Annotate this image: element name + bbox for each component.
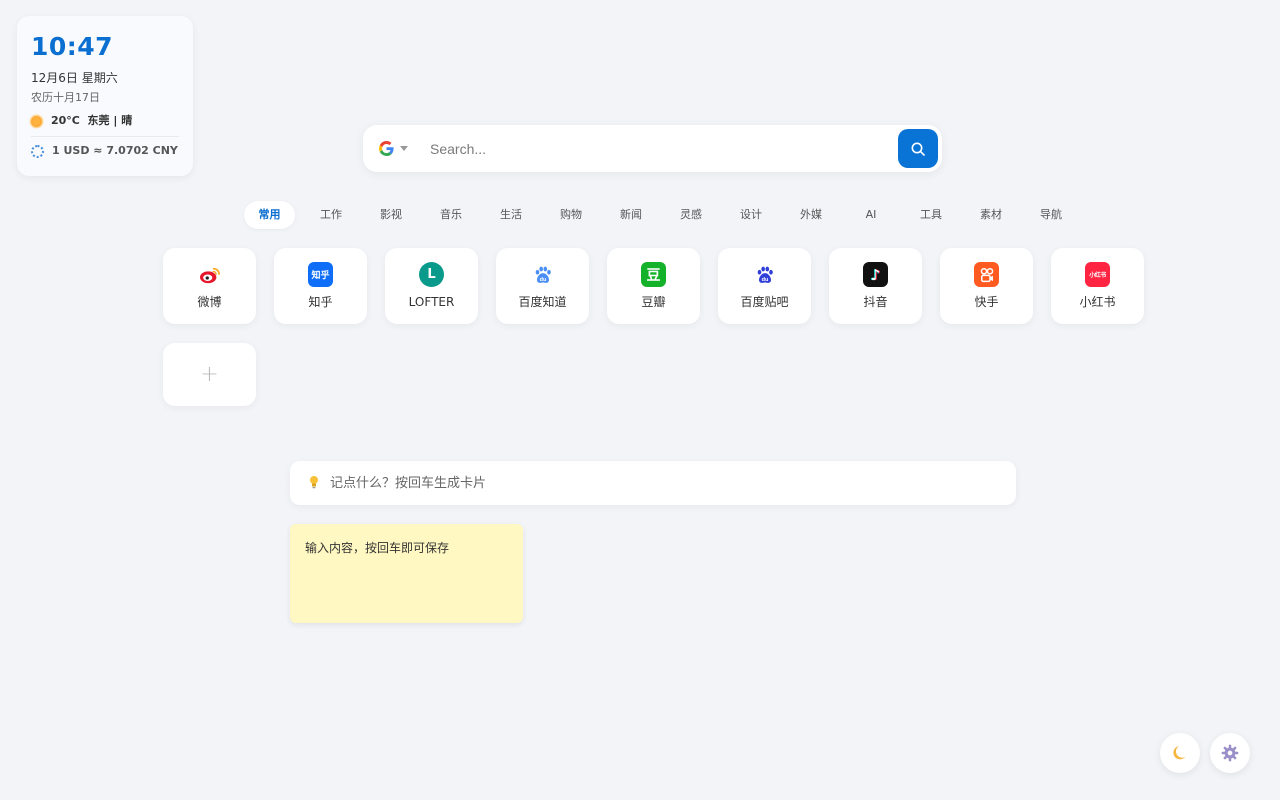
google-icon — [379, 141, 394, 156]
tab-changyong[interactable]: 常用 — [244, 201, 295, 229]
note-input-bar — [290, 461, 1016, 505]
shortcut-lofter[interactable]: L LOFTER — [385, 248, 478, 324]
note-input[interactable] — [328, 474, 1016, 492]
xiaohongshu-icon: 小红书 — [1085, 262, 1110, 287]
tab-waimei[interactable]: 外媒 — [781, 201, 841, 229]
tab-gongzuo[interactable]: 工作 — [301, 201, 361, 229]
shortcut-label: 微博 — [197, 295, 222, 309]
widget-divider — [31, 136, 179, 137]
search-button[interactable] — [898, 129, 938, 168]
shortcut-douban[interactable]: 豆 豆瓣 — [607, 248, 700, 324]
shortcut-label: LOFTER — [408, 295, 455, 309]
tab-sheji[interactable]: 设计 — [721, 201, 781, 229]
gear-icon — [1221, 744, 1239, 762]
theme-toggle-button[interactable] — [1160, 733, 1200, 773]
search-bar — [363, 125, 942, 172]
sun-icon — [31, 115, 42, 127]
weather-text: 20°C 东莞 | 晴 — [51, 114, 133, 127]
search-icon — [911, 142, 925, 156]
shortcut-kuaishou[interactable]: 快手 — [940, 248, 1033, 324]
shortcut-label: 百度知道 — [518, 295, 567, 309]
svg-text:du: du — [761, 276, 768, 282]
clock-time: 10:47 — [31, 32, 114, 61]
shortcut-label: 抖音 — [863, 295, 888, 309]
baidu-zhidao-icon: du — [530, 262, 555, 287]
settings-button[interactable] — [1210, 733, 1250, 773]
exchange-icon — [31, 144, 44, 158]
shortcut-label: 百度贴吧 — [740, 295, 789, 309]
shortcut-label: 豆瓣 — [641, 295, 666, 309]
lofter-icon: L — [419, 262, 444, 287]
info-widget: 10:47 12月6日 星期六 农历十月17日 20°C 东莞 | 晴 1 US… — [17, 16, 193, 176]
shortcut-xiaohongshu[interactable]: 小红书 小红书 — [1051, 248, 1144, 324]
kuaishou-icon — [974, 262, 999, 287]
search-engine-selector[interactable] — [379, 141, 428, 156]
shortcut-douyin[interactable]: ♪ 抖音 — [829, 248, 922, 324]
tab-daohang[interactable]: 导航 — [1021, 201, 1081, 229]
shortcut-zhihu[interactable]: 知乎 知乎 — [274, 248, 367, 324]
shortcut-baidu-zhidao[interactable]: du 百度知道 — [496, 248, 589, 324]
tab-sucai[interactable]: 素材 — [961, 201, 1021, 229]
lightbulb-icon — [308, 475, 320, 492]
tab-shenghuo[interactable]: 生活 — [481, 201, 541, 229]
weibo-icon — [197, 262, 222, 287]
baidu-tieba-icon: du — [752, 262, 777, 287]
search-input[interactable] — [428, 133, 898, 164]
moon-icon — [1173, 746, 1186, 760]
weather-row: 20°C 东莞 | 晴 — [31, 114, 179, 128]
tab-yingshi[interactable]: 影视 — [361, 201, 421, 229]
plus-icon: + — [200, 361, 219, 387]
shortcut-weibo[interactable]: 微博 — [163, 248, 256, 324]
note-card-text: 输入内容，按回车即可保存 — [305, 541, 450, 555]
date-text: 12月6日 星期六 — [31, 71, 118, 85]
category-tabs: 常用 工作 影视 音乐 生活 购物 新闻 灵感 设计 外媒 AI 工具 素材 导… — [244, 201, 1081, 229]
douyin-icon: ♪ — [863, 262, 888, 287]
shortcut-label: 小红书 — [1079, 295, 1116, 309]
tab-gouwu[interactable]: 购物 — [541, 201, 601, 229]
shortcut-baidu-tieba[interactable]: du 百度贴吧 — [718, 248, 811, 324]
exchange-rate-row: 1 USD ≈ 7.0702 CNY — [31, 144, 179, 158]
add-shortcut-button[interactable]: + — [163, 343, 256, 406]
lunar-date: 农历十月17日 — [31, 91, 100, 104]
tab-yinyue[interactable]: 音乐 — [421, 201, 481, 229]
exchange-rate-text: 1 USD ≈ 7.0702 CNY — [52, 144, 178, 157]
svg-text:du: du — [539, 276, 546, 282]
zhihu-icon: 知乎 — [308, 262, 333, 287]
chevron-down-icon — [400, 146, 408, 151]
tab-linggan[interactable]: 灵感 — [661, 201, 721, 229]
tab-xinwen[interactable]: 新闻 — [601, 201, 661, 229]
douban-icon: 豆 — [641, 262, 666, 287]
shortcut-label: 知乎 — [308, 295, 333, 309]
tab-ai[interactable]: AI — [841, 201, 901, 229]
note-card[interactable]: 输入内容，按回车即可保存 — [290, 524, 523, 623]
shortcut-label: 快手 — [974, 295, 999, 309]
tab-gongju[interactable]: 工具 — [901, 201, 961, 229]
